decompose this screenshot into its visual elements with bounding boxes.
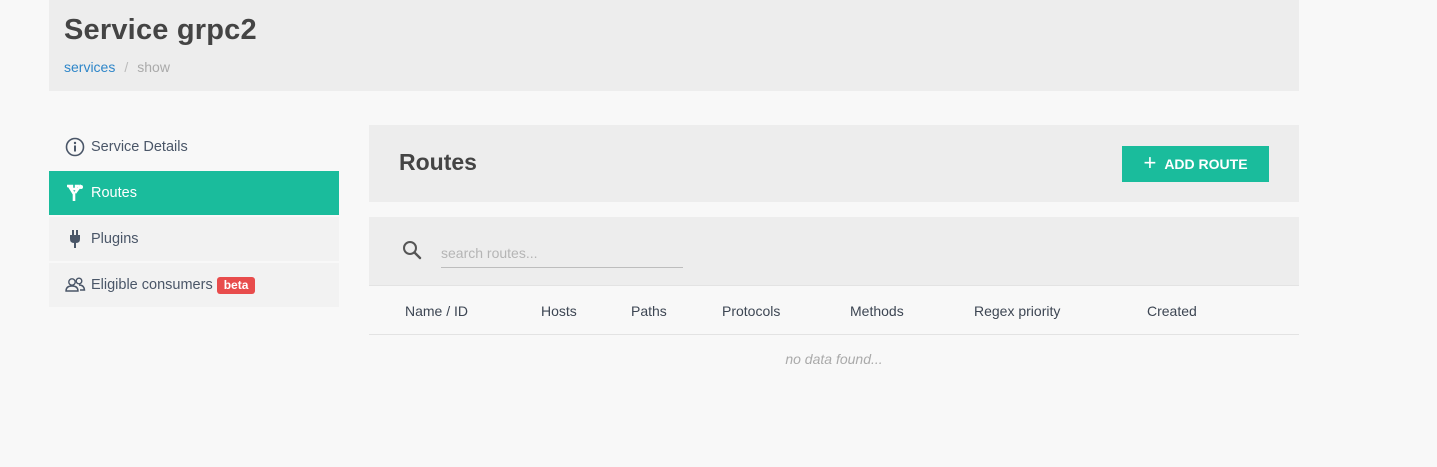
breadcrumb-current: show [137,59,170,75]
sidebar-item-plugins[interactable]: Plugins [49,217,339,261]
column-header-protocols[interactable]: Protocols [722,303,780,319]
column-header-regex-priority[interactable]: Regex priority [974,303,1060,319]
page-header: Service grpc2 services / show [49,0,1299,91]
plug-icon [64,228,86,250]
routes-panel-header: Routes + ADD ROUTE [369,125,1299,202]
sidebar-item-label: Eligible consumers [91,277,213,293]
sidebar-item-routes[interactable]: Routes [49,171,339,215]
search-bar [369,217,1299,285]
breadcrumb-separator: / [124,59,129,75]
column-header-paths[interactable]: Paths [631,303,667,319]
sidebar-item-eligible-consumers[interactable]: Eligible consumers beta [49,263,339,307]
users-icon [64,274,86,296]
info-circle-icon [64,136,86,158]
plus-icon: + [1143,150,1157,175]
breadcrumb: services / show [64,59,170,75]
column-header-methods[interactable]: Methods [850,303,904,319]
breadcrumb-services-link[interactable]: services [64,59,115,75]
search-routes-input[interactable] [441,239,683,268]
search-icon [402,240,422,265]
page-title: Service grpc2 [64,14,257,46]
column-header-created[interactable]: Created [1147,303,1197,319]
column-header-hosts[interactable]: Hosts [541,303,577,319]
sidebar-item-label: Service Details [91,139,188,155]
sidebar-item-label: Plugins [91,231,139,247]
beta-badge: beta [216,276,256,294]
routes-title: Routes [399,149,477,175]
routes-table-header: Name / ID Hosts Paths Protocols Methods … [369,285,1299,335]
add-route-button[interactable]: + ADD ROUTE [1122,146,1269,182]
sidebar: Service Details Routes Plugins Eligible … [49,125,339,309]
empty-table-message: no data found... [785,351,883,367]
routes-icon [64,182,86,204]
sidebar-item-service-details[interactable]: Service Details [49,125,339,169]
add-route-label: ADD ROUTE [1164,156,1248,172]
column-header-name-id[interactable]: Name / ID [405,303,468,319]
sidebar-item-label: Routes [91,185,137,201]
